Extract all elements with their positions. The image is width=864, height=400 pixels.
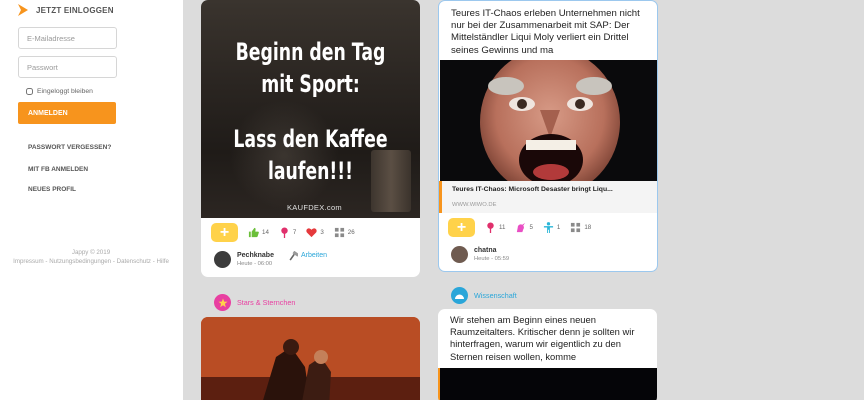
pin-icon bbox=[487, 222, 494, 233]
reaction-pin[interactable]: 11 bbox=[485, 222, 505, 233]
reaction-more[interactable]: 18 bbox=[570, 222, 591, 233]
quote-line: Lass den Kaffee bbox=[233, 125, 388, 153]
quote-line: laufen!!! bbox=[267, 157, 354, 185]
reaction-count: 26 bbox=[347, 229, 355, 236]
avatar[interactable] bbox=[214, 251, 231, 268]
login-header: JETZT EINLOGGEN bbox=[18, 4, 114, 16]
post-time: Heute - 06:00 bbox=[237, 261, 273, 267]
dome-icon bbox=[455, 294, 464, 299]
thumbs-up-icon bbox=[248, 227, 259, 238]
reaction-count: 5 bbox=[529, 224, 533, 231]
remember-checkbox[interactable] bbox=[26, 88, 33, 95]
post-image-space[interactable] bbox=[440, 368, 657, 400]
pin-icon bbox=[281, 227, 288, 238]
reaction-person[interactable]: 1 bbox=[543, 222, 560, 233]
person-icon bbox=[543, 222, 553, 233]
post-text: Wir stehen am Beginn eines neuen Raumzei… bbox=[450, 314, 635, 362]
reaction-heart[interactable]: 3 bbox=[306, 227, 324, 238]
add-reaction-button[interactable]: + bbox=[211, 223, 238, 242]
reaction-count: 18 bbox=[584, 224, 592, 231]
category-header-stars[interactable]: Stars & Sternchen bbox=[214, 294, 295, 311]
login-title: JETZT EINLOGGEN bbox=[36, 5, 114, 15]
post-image-screaming-man[interactable] bbox=[440, 60, 657, 181]
unicorn-icon bbox=[517, 222, 526, 233]
password-field[interactable] bbox=[18, 56, 117, 78]
category-label: Arbeiten bbox=[300, 252, 328, 259]
quote-line: Beginn den Tag bbox=[235, 38, 386, 66]
post-text: Teures IT-Chaos erleben Unternehmen nich… bbox=[451, 8, 640, 56]
email-field[interactable] bbox=[18, 27, 117, 49]
post-time: Heute - 05:59 bbox=[474, 256, 510, 262]
reaction-bar: + 14 7 3 26 bbox=[211, 223, 355, 242]
hammer-icon bbox=[289, 250, 298, 261]
star-category-icon bbox=[214, 294, 231, 311]
reaction-bar: + 11 5 1 18 bbox=[448, 218, 591, 237]
reaction-count: 11 bbox=[499, 224, 506, 231]
category-label: Stars & Sternchen bbox=[237, 298, 296, 307]
post-card-quote[interactable]: Beginn den Tag mit Sport: Lass den Kaffe… bbox=[201, 0, 420, 277]
titanic-illustration bbox=[201, 317, 420, 400]
footer-links[interactable]: Impressum - Nutzungsbedingungen - Datens… bbox=[8, 257, 174, 266]
reaction-count: 1 bbox=[556, 224, 561, 231]
reaction-count: 14 bbox=[262, 229, 269, 236]
remember-label: Eingeloggt bleiben bbox=[37, 88, 93, 95]
science-category-icon bbox=[451, 287, 468, 304]
reaction-count: 3 bbox=[320, 229, 324, 236]
quote-text: Beginn den Tag mit Sport: Lass den Kaffe… bbox=[232, 36, 390, 187]
login-button[interactable]: ANMELDEN bbox=[18, 102, 116, 124]
add-reaction-button[interactable]: + bbox=[448, 218, 475, 237]
post-author[interactable]: Pechknabe Heute - 06:00 Arbeiten bbox=[214, 250, 328, 268]
image-watermark: KAUFDEX.com bbox=[287, 203, 342, 212]
grid-icon bbox=[334, 227, 344, 238]
quote-line: mit Sport: bbox=[261, 70, 360, 98]
new-profile-link[interactable]: NEUES PROFIL bbox=[28, 186, 76, 193]
link-title[interactable]: Teures IT-Chaos: Microsoft Desaster brin… bbox=[452, 186, 613, 193]
sidebar-footer: Jappy © 2019 Impressum - Nutzungsbedingu… bbox=[8, 248, 174, 266]
post-image-titanic[interactable] bbox=[201, 317, 420, 400]
post-card-image[interactable] bbox=[201, 317, 420, 400]
copyright: Jappy © 2019 bbox=[71, 249, 111, 256]
author-name[interactable]: Pechknabe bbox=[237, 252, 274, 259]
post-image-coffee[interactable]: Beginn den Tag mit Sport: Lass den Kaffe… bbox=[201, 0, 420, 218]
reaction-more[interactable]: 26 bbox=[334, 227, 355, 238]
category-tag[interactable]: Arbeiten bbox=[288, 250, 328, 261]
login-sidebar: JETZT EINLOGGEN Eingeloggt bleiben ANMEL… bbox=[0, 0, 183, 400]
chevron-right-icon bbox=[18, 4, 28, 16]
link-preview[interactable]: Teures IT-Chaos: Microsoft Desaster brin… bbox=[439, 181, 657, 213]
reaction-count: 7 bbox=[292, 229, 297, 236]
forgot-password-link[interactable]: PASSWORT VERGESSEN? bbox=[28, 144, 111, 151]
heart-icon bbox=[306, 228, 317, 238]
link-domain: WWW.WIWO.DE bbox=[452, 202, 497, 208]
post-card-news[interactable]: Teures IT-Chaos erleben Unternehmen nich… bbox=[438, 0, 658, 272]
grid-icon bbox=[571, 222, 581, 233]
remember-me[interactable]: Eingeloggt bleiben bbox=[26, 88, 93, 95]
reaction-pin[interactable]: 7 bbox=[279, 227, 296, 238]
avatar[interactable] bbox=[451, 246, 468, 263]
facebook-login-link[interactable]: MIT FB ANMELDEN bbox=[28, 166, 88, 173]
author-name[interactable]: chatna bbox=[474, 247, 509, 254]
post-card-science[interactable]: Wir stehen am Beginn eines neuen Raumzei… bbox=[438, 309, 657, 400]
screaming-man-illustration bbox=[440, 60, 657, 181]
reaction-like[interactable]: 14 bbox=[248, 227, 269, 238]
star-icon bbox=[218, 298, 227, 307]
post-author[interactable]: chatna Heute - 05:59 bbox=[451, 246, 509, 263]
category-header-science[interactable]: Wissenschaft bbox=[451, 287, 517, 304]
reaction-unicorn[interactable]: 5 bbox=[515, 222, 533, 233]
category-label: Wissenschaft bbox=[474, 291, 517, 300]
